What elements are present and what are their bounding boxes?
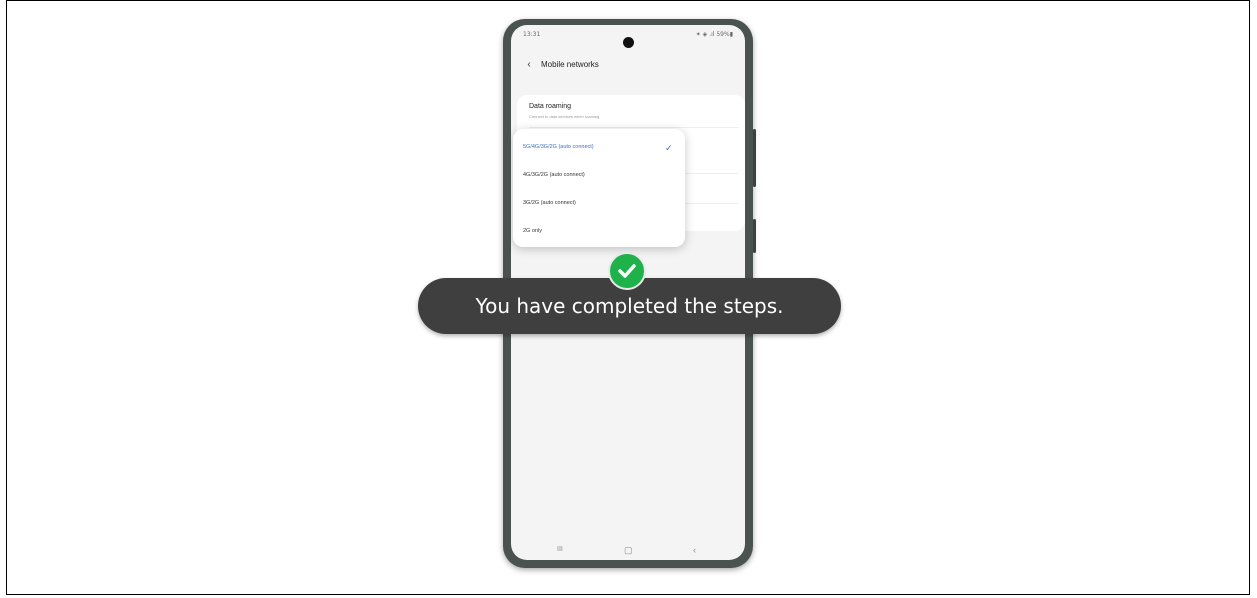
status-icons: ✶ ◈ .ıl 59%▮ (695, 31, 733, 38)
data-roaming-title: Data roaming (529, 103, 572, 110)
navigation-bar: III ▢ ‹ (511, 542, 745, 560)
divider (529, 127, 739, 128)
dropdown-option[interactable]: 5G/4G/3G/2G (auto connect) (523, 144, 594, 150)
check-circle-icon (608, 252, 646, 290)
back-icon[interactable]: ‹ (693, 545, 696, 555)
status-time: 13:31 (523, 31, 541, 38)
dropdown-option[interactable]: 3G/2G (auto connect) (523, 200, 576, 206)
toast-message: You have completed the steps. (475, 294, 784, 318)
front-camera (623, 37, 634, 48)
checkmark-icon: ✓ (665, 143, 673, 153)
data-roaming-subtitle: Connect to data services when roaming (529, 114, 600, 119)
dropdown-option[interactable]: 2G only (523, 228, 542, 234)
network-mode-dropdown: 5G/4G/3G/2G (auto connect) ✓ 4G/3G/2G (a… (513, 129, 685, 247)
home-icon[interactable]: ▢ (624, 545, 633, 555)
chevron-left-icon[interactable]: ‹ (523, 59, 535, 71)
power-button (753, 219, 756, 253)
dropdown-option[interactable]: 4G/3G/2G (auto connect) (523, 172, 585, 178)
page-title: Mobile networks (541, 60, 599, 69)
recents-icon[interactable]: III (557, 545, 563, 555)
volume-button (753, 129, 756, 187)
app-header: ‹ Mobile networks (511, 53, 745, 79)
